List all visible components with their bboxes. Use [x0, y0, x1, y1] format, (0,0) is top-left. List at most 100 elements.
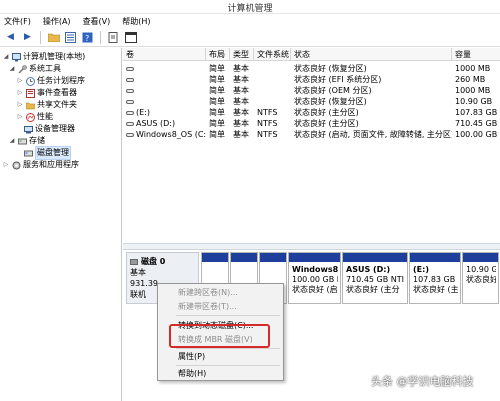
toolbar-separator: [40, 30, 41, 44]
layout-cell: 简单: [209, 97, 225, 106]
filesystem-cell: NTFS: [257, 119, 278, 128]
volume-name-cell: (E:): [123, 107, 206, 118]
filesystem-cell: [254, 85, 291, 96]
properties-icon[interactable]: [64, 31, 77, 44]
partition-block-e[interactable]: (E:)107.83 GB NT状态良好 (主分: [409, 252, 461, 304]
partition-band: [289, 253, 340, 262]
event-viewer-icon: [26, 88, 35, 98]
performance-icon: [26, 112, 35, 122]
menu-file[interactable]: 文件(F): [4, 16, 31, 27]
window-title: 计算机管理: [227, 4, 273, 14]
capacity-cell: 100.00 GB: [455, 130, 498, 139]
help-icon[interactable]: ?: [81, 31, 94, 44]
volume-icon: [126, 99, 134, 104]
services-icon: [12, 161, 21, 170]
volume-row[interactable]: (E:) 简单 基本 NTFS 状态良好 (主分区) 107.83 GB: [123, 107, 500, 118]
tree-item-task-scheduler[interactable]: ▷ 任务计划程序: [16, 75, 85, 87]
menu-action[interactable]: 操作(A): [43, 16, 71, 27]
expand-arrow-icon[interactable]: ▷: [16, 99, 24, 111]
partition-block-asus[interactable]: ASUS (D:) 710.45 GB NTI 状态良好 (主分: [342, 252, 408, 304]
menu-item-convert-to-dynamic-disk[interactable]: 转换到动态磁盘(C)...: [178, 319, 253, 332]
tree-item-computer-management[interactable]: ◢ 计算机管理(本地): [2, 51, 85, 63]
tools-icon: [18, 64, 27, 74]
type-cell: 基本: [233, 86, 249, 95]
tree-item-event-viewer[interactable]: ▷ 事件查看器: [16, 87, 77, 99]
collapse-arrow-icon[interactable]: ◢: [8, 63, 16, 75]
navigation-tree: ◢ 计算机管理(本地) ◢ 系统工具 ▷ 任务计划程序 ▷ 事件查看器 ▷ 共享…: [0, 48, 122, 401]
tree-item-label: 事件查看器: [37, 88, 77, 97]
column-header-status[interactable]: 状态: [291, 48, 452, 61]
layout-cell: 简单: [209, 86, 225, 95]
tree-item-disk-management[interactable]: 磁盘管理: [24, 146, 71, 160]
shared-folder-icon: [26, 101, 35, 110]
volume-icon: [126, 77, 134, 82]
menu-item-convert-to-mbr-disk[interactable]: 转换成 MBR 磁盘(V): [178, 333, 253, 346]
capacity-cell: 1000 MB: [455, 86, 491, 95]
menu-item-properties[interactable]: 属性(P): [178, 350, 205, 363]
menu-item-help[interactable]: 帮助(H): [178, 367, 206, 380]
filesystem-cell: [254, 74, 291, 85]
volume-row[interactable]: 简单 基本 状态良好 (恢复分区) 1000 MB: [123, 63, 500, 74]
volume-row[interactable]: 简单 基本 状态良好 (恢复分区) 10.90 GB: [123, 96, 500, 107]
partition-block-recovery[interactable]: 10.90 GB状态良好: [462, 252, 499, 304]
volume-row[interactable]: 简单 基本 状态良好 (EFI 系统分区) 260 MB: [123, 74, 500, 85]
expand-arrow-icon[interactable]: ▷: [16, 87, 24, 99]
toolbar-separator: [100, 30, 101, 44]
partition-status: 状态良好 (主分: [413, 285, 458, 294]
volume-icon: [126, 110, 134, 115]
collapse-arrow-icon[interactable]: ◢: [2, 51, 10, 63]
partition-name: (E:): [413, 265, 429, 274]
watermark: 头条 @学识电脑科技: [371, 375, 474, 388]
expand-arrow-icon[interactable]: ▷: [16, 75, 24, 87]
menu-item-new-striped-volume[interactable]: 新建带区卷(T)...: [178, 300, 237, 313]
column-header-volume[interactable]: 卷: [123, 48, 206, 61]
console-icon[interactable]: [124, 31, 137, 44]
volume-icon: [126, 88, 134, 93]
menu-separator: [176, 315, 280, 316]
menu-item-new-spanned-volume[interactable]: 新建跨区卷(N)...: [178, 286, 238, 299]
filesystem-cell: NTFS: [257, 130, 278, 139]
title-bar: 计算机管理: [0, 0, 500, 14]
partition-band: [410, 253, 460, 262]
tree-item-label: 磁盘管理: [35, 146, 71, 160]
forward-arrow-icon[interactable]: ▶: [21, 31, 34, 44]
partition-size: 107.83 GB NT: [413, 275, 458, 284]
context-menu: 新建跨区卷(N)... 新建带区卷(T)... 转换到动态磁盘(C)... 转换…: [157, 283, 284, 381]
volume-list: 卷 布局 类型 文件系统 状态 容量 简单 基本 状态良好 (恢复分区) 100…: [123, 48, 500, 243]
export-icon[interactable]: [107, 31, 120, 44]
capacity-cell: 260 MB: [455, 75, 486, 84]
layout-cell: 简单: [209, 130, 225, 139]
menu-help[interactable]: 帮助(H): [122, 16, 150, 27]
column-header-layout[interactable]: 布局: [206, 48, 230, 61]
tree-item-performance[interactable]: ▷ 性能: [16, 111, 53, 123]
tree-item-services-and-applications[interactable]: ▷ 服务和应用程序: [2, 159, 79, 171]
menu-separator: [176, 348, 280, 349]
expand-arrow-icon[interactable]: ▷: [16, 111, 24, 123]
up-folder-icon[interactable]: [47, 31, 60, 44]
column-header-filesystem[interactable]: 文件系统: [254, 48, 291, 61]
volume-row[interactable]: 简单 基本 状态良好 (OEM 分区) 1000 MB: [123, 85, 500, 96]
volume-row[interactable]: Windows8_OS (C:) 简单 基本 NTFS 状态良好 (启动, 页面…: [123, 129, 500, 140]
volume-name-cell: Windows8_OS (C:): [123, 129, 206, 140]
volume-name-cell: [123, 74, 206, 85]
tree-item-system-tools[interactable]: ◢ 系统工具: [8, 63, 61, 75]
menu-view[interactable]: 查看(V): [83, 16, 111, 27]
tree-item-shared-folders[interactable]: ▷ 共享文件夹: [16, 99, 77, 111]
volume-name-cell: ASUS (D:): [123, 118, 206, 129]
status-cell: 状态良好 (OEM 分区): [294, 86, 372, 95]
column-header-capacity[interactable]: 容量: [452, 48, 500, 61]
volume-row[interactable]: ASUS (D:) 简单 基本 NTFS 状态良好 (主分区) 710.45 G…: [123, 118, 500, 129]
column-header-type[interactable]: 类型: [230, 48, 254, 61]
device-manager-icon: [24, 125, 33, 134]
partition-band: [231, 253, 257, 262]
storage-icon: [18, 137, 27, 146]
partition-block-windows[interactable]: Windows8_ 100.00 GB N 状态良好 (启: [288, 252, 341, 304]
pane-splitter[interactable]: [123, 243, 500, 250]
volume-name-cell: [123, 96, 206, 107]
back-arrow-icon[interactable]: ◀: [4, 31, 17, 44]
tree-item-device-manager[interactable]: 设备管理器: [24, 123, 75, 135]
expand-arrow-icon[interactable]: ▷: [2, 159, 10, 171]
tree-item-label: 计算机管理(本地): [23, 52, 86, 61]
collapse-arrow-icon[interactable]: ◢: [8, 135, 16, 147]
partition-band: [463, 253, 498, 262]
